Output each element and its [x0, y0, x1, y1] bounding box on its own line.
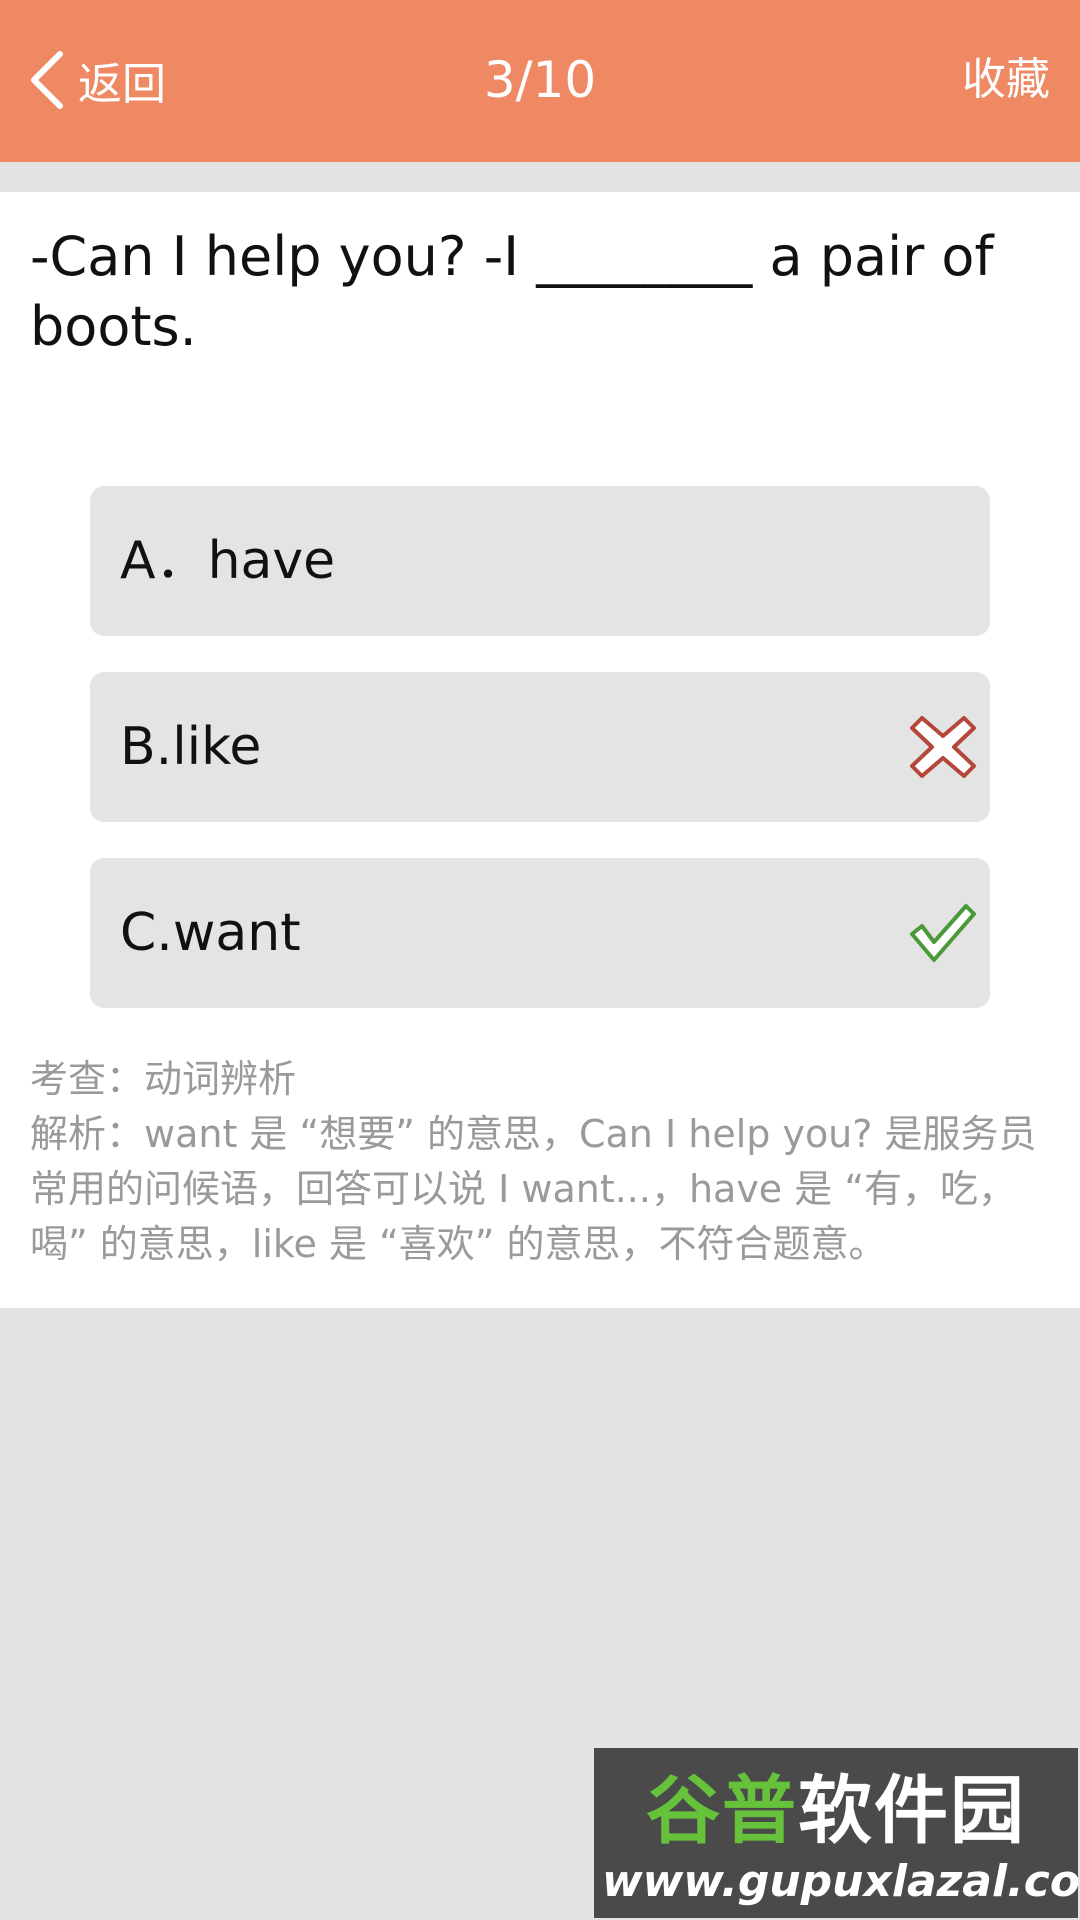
cross-icon [910, 716, 976, 778]
answer-analysis: 考查：动词辨析 解析：want 是 “想要” 的意思，Can I help yo… [30, 1052, 1060, 1272]
favorite-button[interactable]: 收藏 [962, 40, 1050, 120]
option-label: A．have [120, 531, 336, 591]
watermark-logo-part1: 谷普 [646, 1767, 798, 1854]
top-bar: 返回 3/10 收藏 [0, 0, 1080, 162]
watermark-logo: 谷普 软件园 [602, 1754, 1070, 1854]
option-c[interactable]: C.want [90, 858, 990, 1008]
watermark: 谷普 软件园 www.gupuxlazal.com [594, 1748, 1080, 1918]
analysis-topic: 考查：动词辨析 [30, 1057, 297, 1101]
back-button[interactable]: 返回 [26, 40, 166, 120]
watermark-logo-part2: 软件园 [798, 1767, 1026, 1854]
question-text: -Can I help you? -I ________ a pair of b… [30, 225, 994, 358]
option-label: B.like [120, 717, 262, 777]
analysis-explanation: 解析：want 是 “想要” 的意思，Can I help you? 是服务员常… [30, 1112, 1037, 1266]
chevron-left-icon [31, 51, 63, 109]
option-a[interactable]: A．have [90, 486, 990, 636]
check-icon [910, 904, 976, 962]
watermark-url: www.gupuxlazal.com [602, 1856, 1080, 1907]
question-progress: 3/10 [483, 51, 597, 109]
option-b[interactable]: B.like [90, 672, 990, 822]
back-label: 返回 [78, 59, 166, 110]
question-card: -Can I help you? -I ________ a pair of b… [0, 192, 1080, 1308]
option-label: C.want [120, 903, 301, 963]
